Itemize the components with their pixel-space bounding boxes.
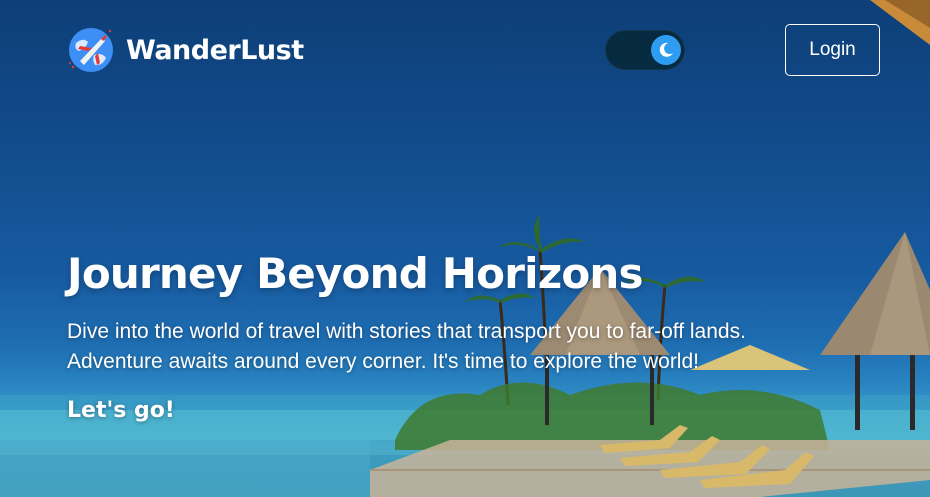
hero-content: Journey Beyond Horizons Dive into the wo… <box>67 248 847 423</box>
globe-airplane-icon <box>69 28 113 72</box>
theme-toggle-switch[interactable] <box>605 30 685 70</box>
hero-title: Journey Beyond Horizons <box>67 249 644 298</box>
moon-icon <box>659 42 673 57</box>
login-button[interactable]: Login <box>785 24 880 76</box>
hero-section: WanderLust Login Journey Beyond Horizons… <box>0 0 930 497</box>
brand-logo-link[interactable]: WanderLust <box>66 25 304 75</box>
lets-go-link[interactable]: Let's go! <box>67 398 175 423</box>
navbar: WanderLust Login <box>0 0 930 100</box>
brand-name: WanderLust <box>126 34 304 66</box>
hero-description: Dive into the world of travel with stori… <box>67 320 746 373</box>
toggle-knob <box>651 35 681 65</box>
